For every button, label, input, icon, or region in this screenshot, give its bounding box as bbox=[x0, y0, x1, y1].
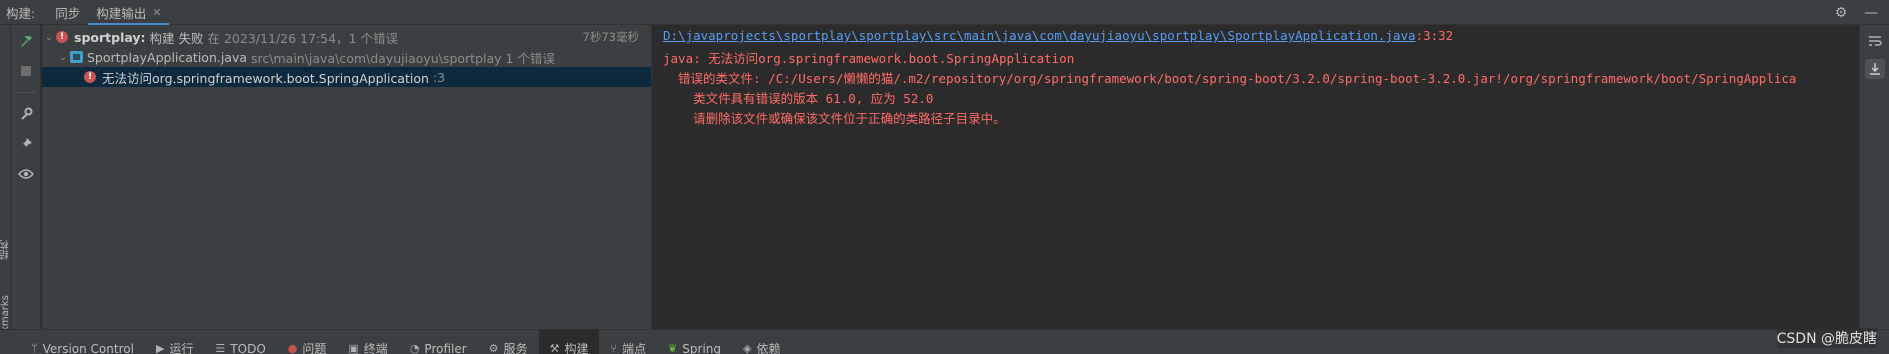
tree-error-row[interactable]: ! 无法访问org.springframework.boot.SpringApp… bbox=[42, 67, 651, 87]
tab-sync-label: 同步 bbox=[55, 5, 81, 21]
build-details: 在 2023/11/26 17:54，1 个错误 bbox=[207, 30, 398, 46]
build-toolbar bbox=[11, 25, 41, 329]
tree-root-row[interactable]: ⌄ ! sportplay: 构建 失败 在 2023/11/26 17:54，… bbox=[42, 27, 651, 47]
bottom-item-label: TODO bbox=[230, 341, 266, 354]
spring-icon: ❦ bbox=[668, 342, 678, 354]
tab-build-output-label: 构建输出 bbox=[96, 5, 147, 21]
bottom-item-label: 服务 bbox=[503, 342, 528, 354]
scroll-to-end-icon[interactable] bbox=[1864, 59, 1885, 79]
bottom-item-label: Spring bbox=[682, 341, 722, 354]
pin-icon[interactable] bbox=[15, 133, 37, 155]
endpoints-icon: ⑂ bbox=[610, 342, 618, 354]
minimize-icon[interactable]: — bbox=[1863, 5, 1879, 21]
project-name: sportplay: bbox=[74, 29, 146, 45]
bottom-item-label: 端点 bbox=[622, 342, 647, 354]
source-file-link[interactable]: D:\javaprojects\sportplay\sportplay\src\… bbox=[663, 28, 1416, 43]
list-icon: ☰ bbox=[215, 342, 226, 354]
bottom-item-dependencies[interactable]: ◈ 依赖 bbox=[732, 330, 791, 354]
hammer-icon[interactable] bbox=[15, 30, 37, 52]
hammer-icon: ⚒ bbox=[549, 342, 560, 354]
left-tool-stripe: 结构 Bookmarks bbox=[0, 25, 11, 351]
bottom-tool-bar: ᛘ Version Control ▶ 运行 ☰ TODO ● 问题 ▣ 终端 … bbox=[0, 329, 1889, 354]
error-message: 无法访问org.springframework.boot.SpringAppli… bbox=[102, 70, 429, 86]
bottom-item-label: Version Control bbox=[42, 341, 134, 354]
error-line: :3 bbox=[432, 69, 446, 85]
stop-icon bbox=[20, 66, 31, 76]
error-icon: ! bbox=[56, 31, 68, 43]
java-file-icon bbox=[70, 51, 83, 63]
source-position: :3:32 bbox=[1415, 28, 1454, 43]
console-version-line: 类文件具有错误的版本 61.0, 应为 52.0 bbox=[663, 91, 934, 106]
file-name: SportplayApplication.java bbox=[87, 49, 248, 65]
tab-sync[interactable]: 同步 bbox=[47, 0, 88, 25]
terminal-icon: ▣ bbox=[348, 342, 359, 354]
soft-wrap-icon[interactable] bbox=[1865, 31, 1885, 51]
build-timing: 7秒73毫秒 bbox=[582, 30, 639, 44]
close-icon[interactable]: ✕ bbox=[152, 6, 161, 19]
git-branch-icon: ᛘ bbox=[31, 342, 38, 354]
dependencies-icon: ◈ bbox=[743, 342, 752, 354]
header-actions: ⚙ — bbox=[1833, 0, 1889, 25]
toolbar-separator bbox=[15, 92, 36, 93]
bottom-item-version-control[interactable]: ᛘ Version Control bbox=[20, 330, 145, 354]
eye-icon[interactable] bbox=[15, 163, 37, 185]
bottom-item-run[interactable]: ▶ 运行 bbox=[145, 330, 204, 354]
problems-icon: ● bbox=[287, 342, 298, 354]
chevron-down-icon[interactable]: ⌄ bbox=[56, 52, 70, 63]
error-icon: ! bbox=[84, 71, 96, 83]
tab-build-output[interactable]: 构建输出 ✕ bbox=[88, 0, 170, 26]
bottom-item-problems[interactable]: ● 问题 bbox=[277, 330, 338, 354]
tool-window-title: 构建: bbox=[6, 5, 36, 21]
tree-file-row[interactable]: ⌄ SportplayApplication.java src\main\jav… bbox=[42, 47, 651, 67]
run-icon: ▶ bbox=[155, 342, 165, 354]
bottom-item-endpoints[interactable]: ⑂ 端点 bbox=[599, 330, 657, 354]
bottom-item-spring[interactable]: ❦ Spring bbox=[657, 330, 732, 354]
bottom-item-label: 终端 bbox=[363, 342, 388, 354]
console-hint-line: 请删除该文件或确保该文件位于正确的类路径子目录中。 bbox=[663, 111, 1006, 126]
gear-icon[interactable]: ⚙ bbox=[1833, 5, 1849, 21]
tool-window-header: 构建: 同步 构建输出 ✕ ⚙ — bbox=[0, 0, 1889, 26]
bottom-item-build[interactable]: ⚒ 构建 bbox=[538, 330, 600, 354]
bottom-item-services[interactable]: ⚙ 服务 bbox=[478, 330, 539, 354]
build-console[interactable]: D:\javaprojects\sportplay\sportplay\src\… bbox=[653, 25, 1859, 329]
profiler-icon: ◔ bbox=[409, 342, 420, 354]
console-classfile-line: 错误的类文件: /C:/Users/懒懒的猫/.m2/repository/or… bbox=[663, 71, 1797, 86]
console-error-line: java: 无法访问org.springframework.boot.Sprin… bbox=[663, 51, 1075, 66]
stop-button[interactable] bbox=[15, 60, 37, 82]
bottom-item-label: 运行 bbox=[169, 342, 194, 354]
console-side-toolbar bbox=[1859, 25, 1889, 329]
services-icon: ⚙ bbox=[488, 342, 499, 354]
structure-stripe-button[interactable]: 结构 bbox=[0, 215, 11, 260]
build-tree: ⌄ ! sportplay: 构建 失败 在 2023/11/26 17:54，… bbox=[42, 25, 652, 329]
bottom-item-todo[interactable]: ☰ TODO bbox=[204, 330, 276, 354]
bottom-item-label: Profiler bbox=[424, 341, 467, 354]
bottom-item-label: 构建 bbox=[564, 342, 589, 354]
bottom-item-label: 问题 bbox=[302, 342, 327, 354]
bottom-item-terminal[interactable]: ▣ 终端 bbox=[337, 330, 398, 354]
bottom-item-profiler[interactable]: ◔ Profiler bbox=[399, 330, 478, 354]
bottom-item-label: 依赖 bbox=[756, 342, 781, 354]
watermark: CSDN @脆皮瞎 bbox=[1776, 328, 1877, 348]
build-status: 构建 失败 bbox=[149, 30, 204, 46]
console-link-line: D:\javaprojects\sportplay\sportplay\src\… bbox=[663, 28, 1453, 43]
file-path: src\main\java\com\dayujiaoyu\sportplay 1… bbox=[251, 50, 555, 66]
chevron-down-icon[interactable]: ⌄ bbox=[42, 32, 56, 43]
wrench-icon[interactable] bbox=[15, 103, 37, 125]
